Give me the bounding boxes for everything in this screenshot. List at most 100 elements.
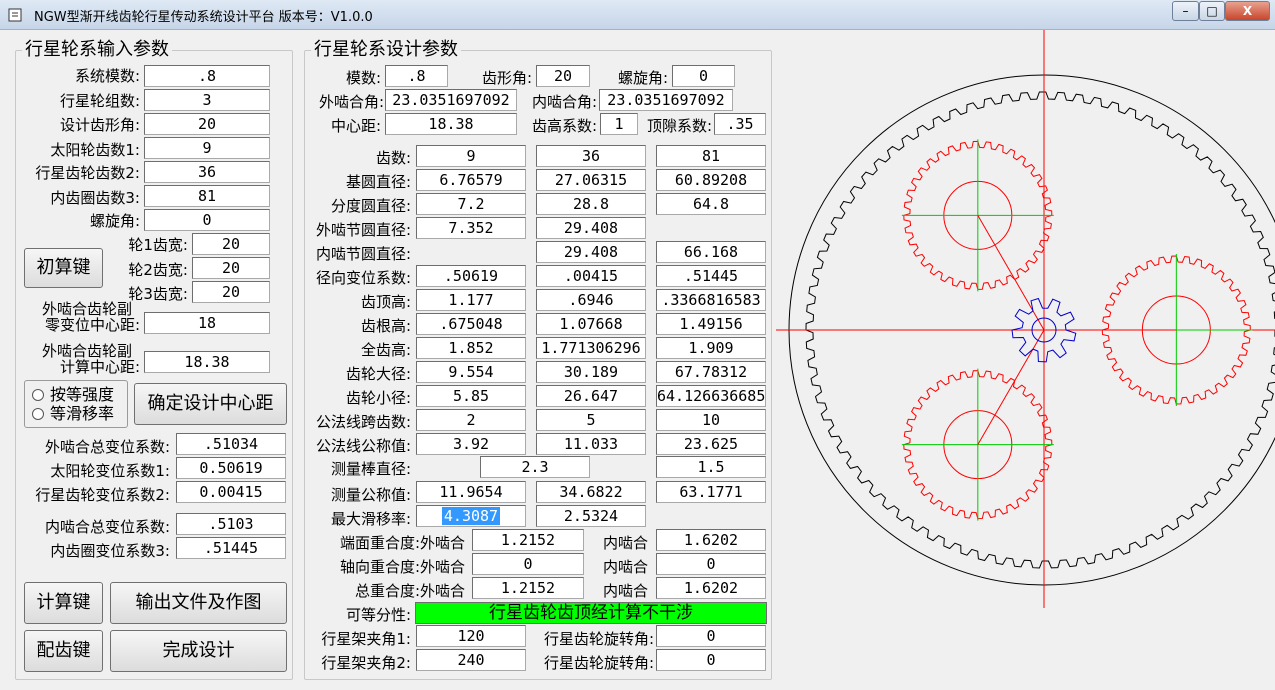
param-cell-planet[interactable]: 27.06315 <box>536 169 646 191</box>
module-input[interactable]: .8 <box>144 65 270 87</box>
planet-rot2-label: 行星齿轮旋转角: <box>543 654 654 672</box>
transverse-overlap-int[interactable]: 1.6202 <box>656 529 766 551</box>
max-slip-planet[interactable]: 2.5324 <box>536 505 646 527</box>
param-cell-sun[interactable]: 5.85 <box>416 385 526 407</box>
sun-shift-input[interactable]: 0.50619 <box>176 457 286 479</box>
planet-rot1-value[interactable]: 0 <box>656 625 766 647</box>
param-cell-ring[interactable]: 23.625 <box>656 433 766 455</box>
param-cell-sun[interactable]: 9 <box>416 145 526 167</box>
param-cell-sun[interactable]: 2 <box>416 409 526 431</box>
ring-teeth-input[interactable]: 81 <box>144 185 270 207</box>
total-overlap-ext[interactable]: 1.2152 <box>472 577 584 599</box>
measure-nominal-planet[interactable]: 34.6822 <box>536 481 646 503</box>
int-mesh-angle-value[interactable]: 23.0351697092 <box>599 89 733 111</box>
carrier-arm <box>977 329 1045 445</box>
param-cell-ring[interactable]: 10 <box>656 409 766 431</box>
rod-diameter-value-b[interactable]: 1.5 <box>656 456 766 478</box>
pressure-angle-label: 设计齿形角: <box>59 116 140 134</box>
width3-input[interactable]: 20 <box>192 281 270 303</box>
output-file-plot-button[interactable]: 输出文件及作图 <box>110 582 287 624</box>
param-cell-ring[interactable]: .3366816583 <box>656 289 766 311</box>
param-cell-ring[interactable]: .51445 <box>656 265 766 287</box>
ring-shift-input[interactable]: .51445 <box>176 537 286 559</box>
param-cell-sun[interactable]: 6.76579 <box>416 169 526 191</box>
param-cell-ring[interactable]: 64.1266366858 <box>656 385 766 407</box>
ext-mesh-angle-value[interactable]: 23.0351697092 <box>385 89 517 111</box>
param-cell-planet[interactable]: 5 <box>536 409 646 431</box>
width1-input[interactable]: 20 <box>192 233 270 255</box>
carrier-angle1-value[interactable]: 120 <box>416 625 526 647</box>
planet-teeth-input[interactable]: 36 <box>144 161 270 183</box>
confirm-center-button[interactable]: 确定设计中心距 <box>134 383 287 425</box>
ext-zero-center-input[interactable]: 18 <box>144 312 270 334</box>
dp-module-value[interactable]: .8 <box>385 65 448 87</box>
transverse-overlap-label: 端面重合度:外啮合 <box>339 534 465 552</box>
param-cell-ring[interactable]: 1.909 <box>656 337 766 359</box>
center-distance-label: 中心距: <box>330 117 381 135</box>
param-cell-sun[interactable]: 3.92 <box>416 433 526 455</box>
planet-shift-input[interactable]: 0.00415 <box>176 481 286 503</box>
param-cell-planet[interactable]: 1.07668 <box>536 313 646 335</box>
helix-input[interactable]: 0 <box>144 209 270 231</box>
close-button[interactable]: X <box>1225 1 1270 21</box>
sun-teeth-input[interactable]: 9 <box>144 137 270 159</box>
equal-slip-radio[interactable] <box>32 408 44 420</box>
measure-nominal-ring[interactable]: 63.1771 <box>656 481 766 503</box>
param-cell-sun[interactable]: .50619 <box>416 265 526 287</box>
max-slip-sun[interactable]: 4.3087 <box>416 505 526 527</box>
planet-rot2-value[interactable]: 0 <box>656 649 766 671</box>
param-cell-ring[interactable]: 1.49156 <box>656 313 766 335</box>
match-teeth-button[interactable]: 配齿键 <box>24 630 103 672</box>
dp-tooth-angle-value[interactable]: 20 <box>536 65 590 87</box>
param-cell-planet[interactable]: 30.189 <box>536 361 646 383</box>
carrier-angle2-value[interactable]: 240 <box>416 649 526 671</box>
axial-overlap-int[interactable]: 0 <box>656 553 766 575</box>
measure-nominal-sun[interactable]: 11.9654 <box>416 481 526 503</box>
param-cell-sun[interactable]: 7.2 <box>416 193 526 215</box>
param-cell-sun[interactable]: 9.554 <box>416 361 526 383</box>
planet-groups-input[interactable]: 3 <box>144 89 270 111</box>
minimize-button[interactable]: – <box>1172 1 1199 21</box>
param-cell-planet[interactable]: 26.647 <box>536 385 646 407</box>
initial-calc-button[interactable]: 初算键 <box>24 248 103 288</box>
param-row-label: 外啮节圆直径: <box>315 221 411 239</box>
param-cell-planet[interactable]: 11.033 <box>536 433 646 455</box>
param-cell-sun[interactable]: .675048 <box>416 313 526 335</box>
calc-button[interactable]: 计算键 <box>24 582 103 624</box>
param-cell-ring[interactable]: 64.8 <box>656 193 766 215</box>
param-cell-planet[interactable]: 29.408 <box>536 241 646 263</box>
param-cell-planet[interactable]: .00415 <box>536 265 646 287</box>
param-row-label: 公法线跨齿数: <box>315 413 411 431</box>
param-cell-sun[interactable]: 1.177 <box>416 289 526 311</box>
param-cell-planet[interactable]: .6946 <box>536 289 646 311</box>
dp-helix-value[interactable]: 0 <box>672 65 735 87</box>
ext-calc-center-input[interactable]: 18.38 <box>144 351 270 373</box>
clearance-coef-label: 顶隙系数: <box>646 117 712 135</box>
axial-overlap-ext[interactable]: 0 <box>472 553 584 575</box>
ext-total-shift-input[interactable]: .51034 <box>176 433 286 455</box>
addendum-coef-value[interactable]: 1 <box>600 113 638 135</box>
equal-strength-radio[interactable] <box>32 389 44 401</box>
param-cell-ring[interactable]: 67.78312 <box>656 361 766 383</box>
maximize-button[interactable]: □ <box>1199 1 1225 21</box>
param-cell-ring[interactable]: 66.168 <box>656 241 766 263</box>
int-total-shift-input[interactable]: .5103 <box>176 513 286 535</box>
transverse-overlap-ext[interactable]: 1.2152 <box>472 529 584 551</box>
width2-input[interactable]: 20 <box>192 257 270 279</box>
clearance-coef-value[interactable]: .35 <box>714 113 766 135</box>
param-cell-sun[interactable]: 7.352 <box>416 217 526 239</box>
total-overlap-int[interactable]: 1.6202 <box>656 577 766 599</box>
param-cell-sun[interactable]: 1.852 <box>416 337 526 359</box>
param-cell-ring[interactable]: 81 <box>656 145 766 167</box>
param-cell-planet[interactable]: 1.771306296 <box>536 337 646 359</box>
carrier-arm <box>977 215 1045 331</box>
center-distance-value[interactable]: 18.38 <box>385 113 517 135</box>
param-cell-planet[interactable]: 28.8 <box>536 193 646 215</box>
param-cell-planet[interactable]: 29.408 <box>536 217 646 239</box>
finish-design-button[interactable]: 完成设计 <box>110 630 287 672</box>
max-slip-sun-selected-text: 4.3087 <box>441 507 501 525</box>
pressure-angle-input[interactable]: 20 <box>144 113 270 135</box>
param-cell-ring[interactable]: 60.89208 <box>656 169 766 191</box>
rod-diameter-value-a[interactable]: 2.3 <box>480 456 590 478</box>
param-cell-planet[interactable]: 36 <box>536 145 646 167</box>
